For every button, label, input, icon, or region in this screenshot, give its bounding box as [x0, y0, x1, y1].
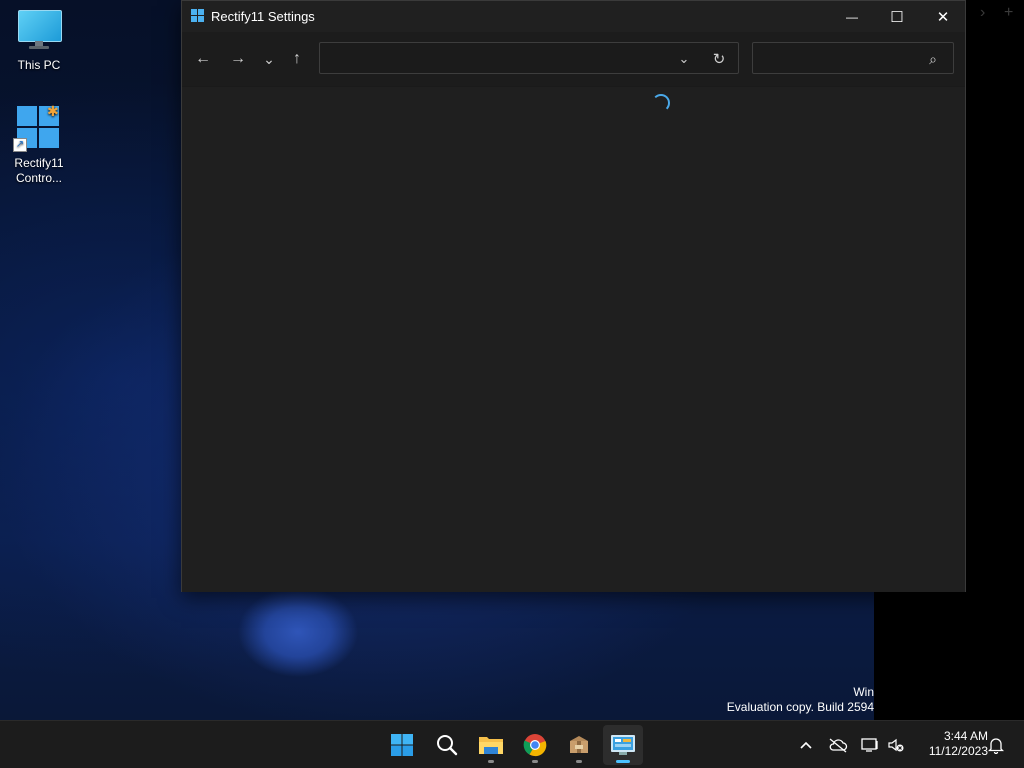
package-icon — [570, 736, 588, 753]
taskbar-search-button[interactable] — [427, 725, 467, 765]
search-icon: ⌕ — [929, 50, 937, 67]
volume-muted-icon — [888, 738, 904, 752]
recent-locations-button[interactable]: ⌄ — [257, 48, 281, 70]
clock-date: 11/12/2023 — [928, 744, 988, 758]
file-explorer-icon — [479, 737, 503, 754]
close-button[interactable]: ✕ — [920, 1, 966, 32]
arrow-up-icon: ↑ — [293, 50, 301, 67]
search-box[interactable]: ⌕ — [752, 42, 954, 74]
notifications-button[interactable] — [986, 735, 1006, 755]
desktop-icon-label: Rectify11 Contro... — [14, 156, 64, 185]
desktop-icon-this-pc[interactable]: This PC — [3, 10, 75, 73]
network-icon — [861, 738, 878, 752]
title-bar[interactable]: Rectify11 Settings — ☐ ✕ — [182, 1, 965, 32]
loading-spinner-icon — [652, 94, 670, 112]
search-button[interactable]: ⌕ — [923, 49, 943, 69]
evaluation-watermark: Win Evaluation copy. Build 2594 — [727, 685, 874, 715]
show-hidden-icons-button[interactable] — [796, 735, 816, 755]
taskbar-chrome[interactable] — [515, 725, 555, 765]
shortcut-arrow-icon: ↗ — [13, 138, 27, 152]
search-input[interactable] — [759, 49, 923, 69]
taskbar: 3:44 AM 11/12/2023 — [0, 720, 1024, 768]
close-icon: ✕ — [936, 8, 950, 26]
forward-button[interactable]: → — [226, 48, 250, 70]
address-dropdown-button[interactable]: ⌄ — [674, 49, 694, 69]
taskbar-archive[interactable] — [559, 725, 599, 765]
watermark-line-2: Evaluation copy. Build 2594 — [726, 700, 874, 714]
chevron-right-icon: › — [980, 4, 986, 21]
taskbar-start-button[interactable] — [382, 725, 422, 765]
taskbar-file-explorer[interactable] — [471, 725, 511, 765]
desktop-icon-label: This PC — [17, 58, 61, 72]
minimize-icon: — — [846, 9, 858, 24]
search-icon — [437, 735, 458, 756]
address-bar[interactable]: ⌄ ↻ — [319, 42, 739, 74]
chevron-down-icon: ⌄ — [678, 51, 690, 66]
gear-icon: ✱ — [47, 103, 59, 119]
content-area — [182, 87, 965, 592]
network-button[interactable] — [860, 735, 880, 755]
back-button[interactable]: ← — [191, 48, 215, 70]
bell-icon — [988, 738, 1004, 754]
chevron-up-icon — [800, 741, 812, 749]
monitor-icon — [18, 10, 62, 50]
refresh-button[interactable]: ↻ — [709, 49, 729, 69]
settings-window: Rectify11 Settings — ☐ ✕ ← → ⌄ ↑ ⌄ ↻ ⌕ — [181, 0, 966, 592]
control-panel-icon — [611, 735, 635, 755]
refresh-icon: ↻ — [712, 51, 726, 68]
minimize-button[interactable]: — — [829, 1, 875, 32]
chrome-icon — [523, 734, 547, 757]
up-button[interactable]: ↑ — [285, 48, 309, 70]
window-title: Rectify11 Settings — [211, 9, 315, 24]
plus-icon: + — [1004, 4, 1014, 21]
onedrive-button[interactable] — [828, 735, 848, 755]
clock[interactable]: 3:44 AM 11/12/2023 — [912, 729, 988, 759]
clock-time: 3:44 AM — [943, 729, 988, 743]
taskbar-control-panel[interactable] — [603, 725, 643, 765]
maximize-icon: ☐ — [890, 8, 904, 26]
cloud-off-icon — [829, 738, 848, 753]
desktop-icon-rectify11-control[interactable]: ✱ ↗ Rectify11 Contro... — [3, 103, 75, 186]
rectify11-control-panel-icon: ✱ ↗ — [13, 103, 61, 152]
arrow-right-icon: → — [230, 50, 246, 67]
app-icon — [191, 9, 205, 23]
navigation-toolbar: ← → ⌄ ↑ ⌄ ↻ ⌕ — [182, 32, 965, 87]
windows-start-icon — [391, 734, 413, 756]
maximize-button[interactable]: ☐ — [874, 1, 920, 32]
arrow-left-icon: ← — [195, 50, 211, 67]
address-input[interactable] — [326, 49, 670, 69]
volume-button[interactable] — [886, 735, 906, 755]
chevron-down-icon: ⌄ — [263, 50, 275, 67]
watermark-line-1: Win — [853, 685, 874, 699]
